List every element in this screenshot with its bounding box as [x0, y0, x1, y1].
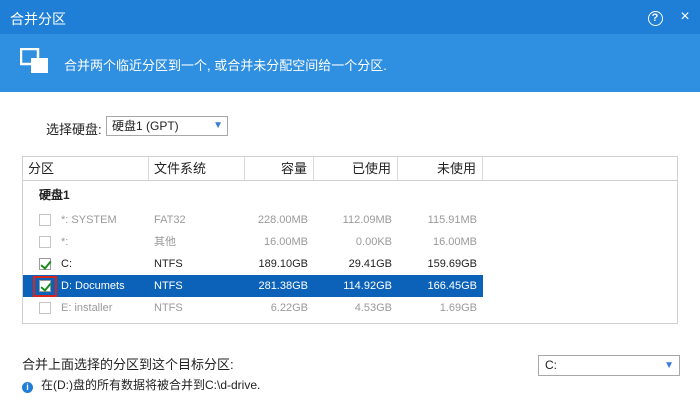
cell-name: E: installer	[61, 302, 113, 314]
close-icon: ×	[680, 8, 690, 25]
cell-capacity: 281.38GB	[258, 280, 308, 292]
cell-free: 166.45GB	[427, 280, 477, 292]
cell-capacity: 228.00MB	[257, 214, 308, 226]
target-partition-label: 合并上面选择的分区到这个目标分区:	[22, 357, 234, 372]
help-button[interactable]: ?	[644, 6, 666, 28]
table-row[interactable]: *: SYSTEM FAT32 228.00MB 112.09MB 115.91MB	[23, 209, 483, 231]
target-partition-dropdown[interactable]: C: ▼	[538, 355, 680, 376]
cell-fs: NTFS	[154, 280, 183, 292]
partition-checkbox[interactable]	[39, 258, 51, 270]
description-banner: 合并两个临近分区到一个, 或合并未分配空间给一个分区.	[0, 34, 700, 92]
partition-checkbox[interactable]	[39, 280, 51, 292]
table-row[interactable]: E: installer NTFS 6.22GB 4.53GB 1.69GB	[23, 297, 483, 319]
column-header-partition[interactable]: 分区	[23, 157, 149, 180]
chevron-down-icon: ▼	[213, 120, 223, 131]
cell-fs: NTFS	[154, 258, 183, 270]
cell-name: *:	[61, 236, 69, 248]
cell-used: 29.41GB	[348, 258, 392, 270]
target-partition-value: C:	[545, 358, 557, 372]
cell-fs: NTFS	[154, 302, 183, 314]
cell-name: *: SYSTEM	[61, 214, 117, 226]
column-header-filesystem[interactable]: 文件系统	[149, 157, 245, 180]
cell-capacity: 189.10GB	[258, 258, 308, 270]
chevron-down-icon: ▼	[664, 360, 674, 371]
table-header: 分区 文件系统 容量 已使用 未使用	[23, 157, 677, 181]
cell-fs: FAT32	[154, 214, 186, 226]
disk-select-value: 硬盘1 (GPT)	[112, 119, 179, 133]
table-row[interactable]: *: 其他 16.00MB 0.00KB 16.00MB	[23, 231, 483, 253]
cell-free: 1.69GB	[439, 302, 477, 314]
info-text: 在(D:)盘的所有数据将被合并到C:\d-drive.	[41, 378, 261, 392]
cell-used: 0.00KB	[355, 236, 392, 248]
window-title: 合并分区	[10, 11, 66, 27]
cell-name: C:	[61, 258, 72, 270]
table-row[interactable]: D: Documets NTFS 281.38GB 114.92GB 166.45GB	[23, 275, 483, 297]
column-header-used[interactable]: 已使用	[314, 157, 398, 180]
column-header-capacity[interactable]: 容量	[245, 157, 314, 180]
help-icon: ?	[647, 11, 663, 26]
cell-used: 4.53GB	[354, 302, 392, 314]
banner-text: 合并两个临近分区到一个, 或合并未分配空间给一个分区.	[64, 58, 387, 73]
close-button[interactable]: ×	[674, 6, 696, 28]
cell-used: 112.09MB	[342, 214, 392, 226]
cell-name: D: Documets	[61, 280, 125, 292]
disk-select-label: 选择硬盘:	[46, 122, 102, 137]
partition-checkbox[interactable]	[39, 214, 51, 226]
table-row[interactable]: C: NTFS 189.10GB 29.41GB 159.69GB	[23, 253, 483, 275]
cell-free: 16.00MB	[432, 236, 477, 248]
cell-capacity: 16.00MB	[263, 236, 308, 248]
info-icon: i	[22, 382, 33, 393]
column-header-free[interactable]: 未使用	[398, 157, 483, 180]
cell-free: 159.69GB	[427, 258, 477, 270]
disk-select-dropdown[interactable]: 硬盘1 (GPT) ▼	[106, 116, 228, 136]
partition-table: 分区 文件系统 容量 已使用 未使用 硬盘1 *: SYSTEM FAT32 228…	[22, 156, 678, 324]
cell-free: 115.91MB	[427, 214, 477, 226]
partition-checkbox[interactable]	[39, 236, 51, 248]
merge-icon	[20, 48, 48, 73]
cell-fs: 其他	[154, 236, 176, 248]
disk-group-label: 硬盘1	[39, 188, 70, 202]
partition-checkbox[interactable]	[39, 302, 51, 314]
title-bar: 合并分区 ? ×	[0, 0, 700, 34]
cell-used: 114.92GB	[343, 280, 392, 292]
cell-capacity: 6.22GB	[270, 302, 308, 314]
info-message: i 在(D:)盘的所有数据将被合并到C:\d-drive.	[22, 376, 261, 393]
